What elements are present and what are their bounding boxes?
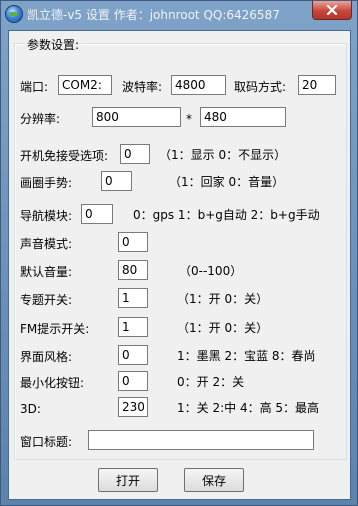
code-mode-input[interactable] [298, 75, 336, 95]
boot-skip-note: （1：显示 0：不显示） [159, 148, 287, 162]
default-volume-note: （0--100） [179, 264, 243, 278]
minimize-button-note: 0：开 2：关 [177, 375, 245, 389]
resolution-width-input[interactable] [92, 107, 181, 127]
boot-skip-input[interactable] [120, 144, 150, 164]
save-button[interactable]: 保存 [184, 468, 244, 492]
close-icon [326, 5, 338, 15]
port-input[interactable] [58, 75, 112, 95]
port-label: 端口: [20, 80, 49, 94]
group-title: 参数设置: [25, 36, 82, 53]
window-title: 凯立德-v5 设置 作者：johnroot QQ:6426587 [27, 8, 280, 22]
ui-style-note: 1：墨黑 2：宝蓝 8：春尚 [177, 349, 316, 363]
theme-switch-input[interactable] [118, 288, 148, 308]
fm-switch-label: FM提示开关: [20, 322, 90, 336]
nav-module-note: 0：gps 1：b+g自动 2：b+g手动 [133, 208, 320, 222]
resolution-label: 分辨率: [20, 112, 61, 126]
baud-label: 波特率: [122, 80, 163, 94]
code-mode-label: 取码方式: [234, 80, 287, 94]
fm-switch-note: （1：开 0：关） [177, 321, 269, 335]
boot-skip-label: 开机免接受选项: [20, 149, 109, 163]
fm-switch-input[interactable] [118, 317, 148, 337]
settings-window: 凯立德-v5 设置 作者：johnroot QQ:6426587 参数设置: 端… [0, 0, 358, 506]
window-title-label: 窗口标题: [20, 435, 73, 449]
resolution-height-input[interactable] [200, 107, 286, 127]
minimize-button-label: 最小化按钮: [20, 376, 85, 390]
globe-icon [6, 6, 22, 22]
nav-module-label: 导航模块: [20, 209, 73, 223]
gesture-label: 画圈手势: [20, 176, 73, 190]
window-title-input[interactable] [88, 430, 314, 450]
title-bar[interactable]: 凯立德-v5 设置 作者：johnroot QQ:6426587 [1, 1, 357, 29]
three-d-label: 3D: [20, 402, 41, 416]
theme-switch-note: （1：开 0：关） [177, 292, 269, 306]
three-d-note: 1：关 2:中 4：高 5：最高 [177, 401, 320, 415]
default-volume-label: 默认音量: [20, 265, 73, 279]
theme-switch-label: 专题开关: [20, 293, 73, 307]
ui-style-label: 界面风格: [20, 350, 73, 364]
resolution-separator: * [186, 112, 192, 126]
close-button[interactable] [312, 1, 352, 20]
ui-style-input[interactable] [118, 345, 148, 365]
sound-mode-input[interactable] [118, 232, 148, 252]
baud-input[interactable] [171, 75, 226, 95]
gesture-note: （1：回家 0：音量） [169, 175, 285, 189]
minimize-button-input[interactable] [118, 371, 148, 391]
default-volume-input[interactable] [118, 260, 148, 280]
sound-mode-label: 声音模式: [20, 237, 73, 251]
gesture-input[interactable] [101, 171, 132, 191]
three-d-input[interactable] [118, 397, 148, 417]
open-button[interactable]: 打开 [98, 468, 158, 492]
client-area: 参数设置: 端口: 波特率: 取码方式: 分辨率: * 开机免接受选项: （1：… [8, 30, 351, 500]
nav-module-input[interactable] [81, 204, 113, 224]
